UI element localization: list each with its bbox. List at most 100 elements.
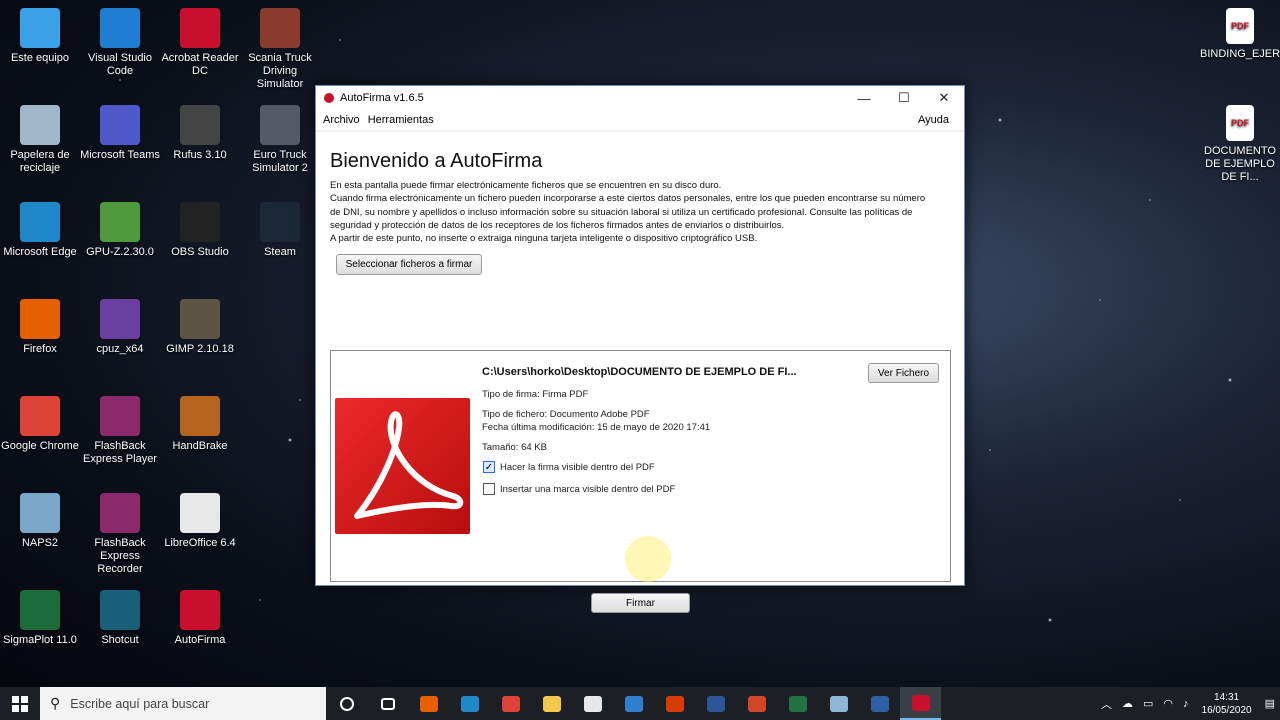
taskbar-word-button[interactable]	[695, 687, 736, 720]
taskbar-powerpoint-button[interactable]	[736, 687, 777, 720]
close-button[interactable]: ✕	[924, 86, 964, 110]
acrobat-icon	[180, 8, 220, 48]
word-icon	[706, 695, 725, 712]
desktop-icon[interactable]: Scania Truck Driving Simulator	[240, 8, 320, 91]
edge-icon	[460, 695, 479, 712]
visible-signature-label: Hacer la firma visible dentro del PDF	[500, 461, 655, 473]
taskbar-app-button[interactable]	[818, 687, 859, 720]
taskbar-search[interactable]: ⚲ Escribe aquí para buscar	[40, 687, 326, 720]
desktop-icon-label: HandBrake	[172, 440, 228, 452]
desktop-icon[interactable]: GIMP 2.10.18	[160, 299, 240, 356]
desktop-icon[interactable]: Este equipo	[0, 8, 80, 65]
desktop-icon[interactable]: LibreOffice 6.4	[160, 493, 240, 550]
sigmaplot-icon	[20, 590, 60, 630]
taskbar-task-view-button[interactable]	[367, 687, 408, 720]
taskbar-mail-button[interactable]	[613, 687, 654, 720]
maximize-button[interactable]: ☐	[884, 86, 924, 110]
select-files-button[interactable]: Seleccionar ficheros a firmar	[336, 254, 482, 275]
search-placeholder: Escribe aquí para buscar	[70, 696, 210, 711]
cursor-highlight	[625, 536, 671, 582]
desktop-icon[interactable]: Shotcut	[80, 590, 160, 647]
battery-icon[interactable]: ▭	[1143, 697, 1153, 710]
taskbar-file-explorer-button[interactable]	[531, 687, 572, 720]
visible-signature-option[interactable]: ✓ Hacer la firma visible dentro del PDF	[483, 461, 655, 473]
taskbar-chrome-button[interactable]	[490, 687, 531, 720]
wifi-icon[interactable]: ◠	[1163, 697, 1173, 710]
desktop-icon-label: GIMP 2.10.18	[166, 343, 234, 355]
menu-herramientas[interactable]: Herramientas	[368, 114, 434, 126]
sign-button[interactable]: Firmar	[591, 593, 690, 613]
desktop-icon[interactable]: NAPS2	[0, 493, 80, 550]
desktop-icon[interactable]: FlashBack Express Recorder	[80, 493, 160, 576]
desktop-icon-label: Scania Truck Driving Simulator	[248, 52, 312, 90]
desktop-icon[interactable]: Rufus 3.10	[160, 105, 240, 162]
window-title: AutoFirma v1.6.5	[340, 92, 424, 104]
onedrive-icon[interactable]: ☁	[1122, 697, 1133, 710]
desktop-icon[interactable]: Acrobat Reader DC	[160, 8, 240, 78]
menu-ayuda[interactable]: Ayuda	[918, 114, 949, 126]
obs-icon	[180, 202, 220, 242]
view-file-button[interactable]: Ver Fichero	[868, 363, 939, 383]
visible-mark-option[interactable]: Insertar una marca visible dentro del PD…	[483, 483, 675, 495]
taskbar: ⚲ Escribe aquí para buscar ︿ ☁ ▭ ◠ ♪ 14:…	[0, 687, 1280, 720]
desktop-icon[interactable]: PDF BINDING_EJER...	[1200, 8, 1280, 61]
taskbar-powershell-button[interactable]	[859, 687, 900, 720]
gpuz-icon	[100, 202, 140, 242]
menu-archivo[interactable]: Archivo	[323, 114, 360, 126]
chrome-icon	[501, 695, 520, 712]
start-button[interactable]	[0, 687, 40, 720]
autofirma-window: AutoFirma v1.6.5 — ☐ ✕ Archivo Herramien…	[315, 85, 965, 613]
window-content: Bienvenido a AutoFirma En esta pantalla …	[316, 132, 964, 613]
taskbar-store-button[interactable]	[572, 687, 613, 720]
desktop-icon[interactable]: Google Chrome	[0, 396, 80, 453]
desktop-icon[interactable]: PDF DOCUMENTO DE EJEMPLO DE FI...	[1200, 105, 1280, 184]
taskbar-autofirma-button[interactable]	[900, 687, 941, 720]
desktop-icon-label: Papelera de reciclaje	[10, 149, 70, 174]
desktop-icon[interactable]: SigmaPlot 11.0	[0, 590, 80, 647]
desktop-icon[interactable]: GPU-Z.2.30.0	[80, 202, 160, 259]
autofirma-icon	[911, 694, 930, 711]
vscode-icon	[100, 8, 140, 48]
title-bar[interactable]: AutoFirma v1.6.5 — ☐ ✕	[316, 86, 964, 110]
taskbar-cortana-button[interactable]	[326, 687, 367, 720]
desktop-icon-label: AutoFirma	[174, 634, 226, 646]
visible-mark-checkbox[interactable]	[483, 483, 495, 495]
cortana-icon	[339, 696, 354, 711]
notifications-icon[interactable]: ▤	[1265, 697, 1275, 710]
minimize-button[interactable]: —	[844, 86, 884, 110]
desktop-icon[interactable]: FlashBack Express Player	[80, 396, 160, 466]
desktop-icon[interactable]: Papelera de reciclaje	[0, 105, 80, 175]
desktop-icon[interactable]: Firefox	[0, 299, 80, 356]
desktop-icon[interactable]: Euro Truck Simulator 2	[240, 105, 320, 175]
desktop-icon[interactable]: Visual Studio Code	[80, 8, 160, 78]
intro-line: Cuando firma electrónicamente un fichero…	[330, 193, 926, 205]
app-icon	[829, 695, 848, 712]
desktop-icon[interactable]: OBS Studio	[160, 202, 240, 259]
file-type: Tipo de fichero: Documento Adobe PDF	[482, 409, 650, 420]
desktop-icon[interactable]: cpuz_x64	[80, 299, 160, 356]
taskbar-office-button[interactable]	[654, 687, 695, 720]
desktop-icon-label: NAPS2	[21, 537, 59, 549]
desktop-icon[interactable]: Steam	[240, 202, 320, 259]
desktop-icon-label: GPU-Z.2.30.0	[86, 246, 154, 258]
clock[interactable]: 14:31 16/05/2020	[1202, 691, 1252, 717]
desktop-icon[interactable]: HandBrake	[160, 396, 240, 453]
firefox-icon	[419, 695, 438, 712]
tray-chevron-icon[interactable]: ︿	[1101, 696, 1112, 712]
desktop-icon[interactable]: Microsoft Teams	[80, 105, 160, 162]
taskbar-firefox-button[interactable]	[408, 687, 449, 720]
visible-signature-checkbox[interactable]: ✓	[483, 461, 495, 473]
desktop-icon[interactable]: Microsoft Edge	[0, 202, 80, 259]
desktop-icon-label: Este equipo	[10, 52, 70, 64]
shotcut-icon	[100, 590, 140, 630]
flashback-icon	[100, 493, 140, 533]
signature-type: Tipo de firma: Firma PDF	[482, 389, 589, 400]
taskbar-excel-button[interactable]	[777, 687, 818, 720]
gimp-icon	[180, 299, 220, 339]
taskbar-edge-button[interactable]	[449, 687, 490, 720]
volume-icon[interactable]: ♪	[1183, 698, 1189, 710]
intro-text: En esta pantalla puede firmar electrónic…	[330, 179, 955, 245]
desktop-icon-label: BINDING_EJER...	[1200, 48, 1280, 60]
powershell-icon	[870, 695, 889, 712]
desktop-icon[interactable]: AutoFirma	[160, 590, 240, 647]
